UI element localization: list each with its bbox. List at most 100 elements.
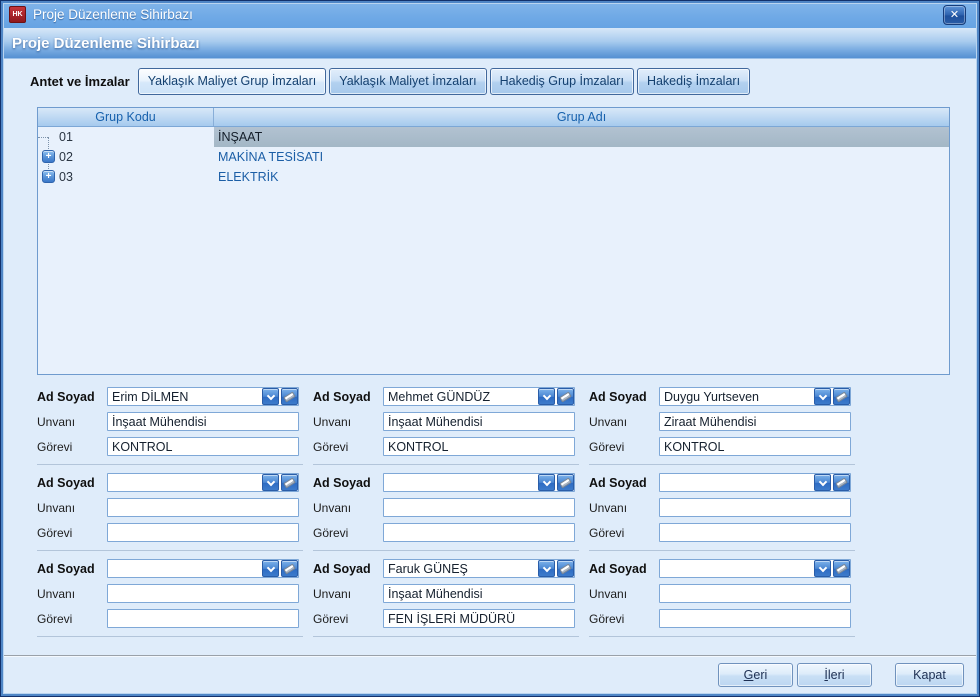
gorevi-label: Görevi <box>589 440 659 454</box>
page-title: Proje Düzenleme Sihirbazı <box>12 35 200 52</box>
duty-input[interactable] <box>383 523 575 542</box>
tab-button[interactable]: Hakediş İmzaları <box>637 68 750 95</box>
unvani-label: Unvanı <box>37 415 107 429</box>
eraser-icon[interactable] <box>281 388 298 405</box>
chevron-down-icon[interactable] <box>814 560 831 577</box>
table-header: Grup Kodu Grup Adı <box>38 108 949 127</box>
ad-soyad-row: Ad Soyad <box>37 473 303 492</box>
geri-button[interactable]: Geri <box>718 663 793 687</box>
expand-plus-icon[interactable]: + <box>42 150 55 163</box>
expand-plus-icon[interactable]: + <box>42 170 55 183</box>
chevron-down-icon[interactable] <box>538 388 555 405</box>
title-input[interactable] <box>107 498 299 517</box>
eraser-icon[interactable] <box>833 388 850 405</box>
name-combobox[interactable] <box>383 473 575 492</box>
name-combobox[interactable] <box>659 559 851 578</box>
gorevi-row: Görevi <box>313 523 579 542</box>
titlebar: HK Proje Düzenleme Sihirbazı ✕ <box>1 1 979 28</box>
eraser-icon[interactable] <box>557 560 574 577</box>
signature-tabs-row: Antet ve İmzalar Yaklaşık Maliyet Grup İ… <box>30 66 750 96</box>
table-row[interactable]: + 02 MAKİNA TESİSATI <box>38 147 949 167</box>
gorevi-row: Görevi <box>313 437 579 456</box>
signature-cell: Ad Soyad Unvanı Görevi <box>589 379 855 465</box>
duty-input[interactable] <box>383 609 575 628</box>
signature-cell: Ad Soyad Unvanı Görevi <box>313 465 579 551</box>
column-header-grup-kodu[interactable]: Grup Kodu <box>38 108 214 126</box>
ad-soyad-row: Ad Soyad <box>589 473 855 492</box>
ad-soyad-row: Ad Soyad <box>589 559 855 578</box>
chevron-down-icon[interactable] <box>814 388 831 405</box>
title-input[interactable] <box>107 584 299 603</box>
group-code-cell: 01 <box>38 127 214 147</box>
title-input[interactable] <box>107 412 299 431</box>
signature-cell: Ad Soyad Unvanı Görevi <box>37 379 303 465</box>
eraser-icon[interactable] <box>557 388 574 405</box>
duty-input[interactable] <box>107 437 299 456</box>
eraser-icon[interactable] <box>281 474 298 491</box>
unvani-row: Unvanı <box>313 498 579 517</box>
chevron-down-icon[interactable] <box>538 474 555 491</box>
duty-input[interactable] <box>659 523 851 542</box>
eraser-icon[interactable] <box>833 474 850 491</box>
name-combobox[interactable] <box>383 387 575 406</box>
duty-input[interactable] <box>383 437 575 456</box>
signature-cell: Ad Soyad Unvanı Görevi <box>37 551 303 637</box>
signature-cell: Ad Soyad Unvanı Görevi <box>37 465 303 551</box>
title-input[interactable] <box>659 584 851 603</box>
section-label: Antet ve İmzalar <box>30 74 130 89</box>
eraser-icon[interactable] <box>281 560 298 577</box>
name-combobox[interactable] <box>107 387 299 406</box>
chevron-down-icon[interactable] <box>262 560 279 577</box>
chevron-down-icon[interactable] <box>814 474 831 491</box>
title-input[interactable] <box>383 412 575 431</box>
duty-input[interactable] <box>659 609 851 628</box>
ad-soyad-label: Ad Soyad <box>37 562 107 576</box>
ad-soyad-label: Ad Soyad <box>37 476 107 490</box>
signature-cell: Ad Soyad Unvanı Görevi <box>589 551 855 637</box>
name-combobox[interactable] <box>107 473 299 492</box>
ad-soyad-row: Ad Soyad <box>313 559 579 578</box>
chevron-down-icon[interactable] <box>538 560 555 577</box>
gorevi-label: Görevi <box>589 526 659 540</box>
eraser-icon[interactable] <box>557 474 574 491</box>
gorevi-label: Görevi <box>589 612 659 626</box>
ad-soyad-label: Ad Soyad <box>37 390 107 404</box>
group-code: 03 <box>59 167 73 187</box>
chevron-down-icon[interactable] <box>262 388 279 405</box>
close-icon[interactable]: ✕ <box>943 5 966 25</box>
table-row[interactable]: 01 İNŞAAT <box>38 127 949 147</box>
name-combobox[interactable] <box>659 387 851 406</box>
gorevi-label: Görevi <box>313 440 383 454</box>
duty-input[interactable] <box>107 523 299 542</box>
column-header-grup-adi[interactable]: Grup Adı <box>214 108 949 126</box>
duty-input[interactable] <box>107 609 299 628</box>
unvani-label: Unvanı <box>589 415 659 429</box>
ad-soyad-label: Ad Soyad <box>589 562 659 576</box>
unvani-row: Unvanı <box>589 584 855 603</box>
eraser-icon[interactable] <box>833 560 850 577</box>
title-input[interactable] <box>383 584 575 603</box>
ad-soyad-label: Ad Soyad <box>313 476 383 490</box>
duty-input[interactable] <box>659 437 851 456</box>
name-combobox[interactable] <box>659 473 851 492</box>
unvani-row: Unvanı <box>37 584 303 603</box>
unvani-label: Unvanı <box>37 501 107 515</box>
title-input[interactable] <box>659 412 851 431</box>
ad-soyad-label: Ad Soyad <box>589 476 659 490</box>
title-input[interactable] <box>659 498 851 517</box>
tab-button[interactable]: Yaklaşık Maliyet Grup İmzaları <box>138 68 327 95</box>
table-row[interactable]: + 03 ELEKTRİK <box>38 167 949 187</box>
unvani-row: Unvanı <box>37 498 303 517</box>
name-combobox[interactable] <box>383 559 575 578</box>
tab-button[interactable]: Hakediş Grup İmzaları <box>490 68 634 95</box>
gorevi-row: Görevi <box>37 437 303 456</box>
unvani-label: Unvanı <box>313 587 383 601</box>
name-combobox[interactable] <box>107 559 299 578</box>
group-name-cell: MAKİNA TESİSATI <box>214 147 949 167</box>
ileri-button[interactable]: İleri <box>797 663 872 687</box>
ad-soyad-label: Ad Soyad <box>589 390 659 404</box>
chevron-down-icon[interactable] <box>262 474 279 491</box>
kapat-button[interactable]: Kapat <box>895 663 964 687</box>
tab-button[interactable]: Yaklaşık Maliyet İmzaları <box>329 68 486 95</box>
title-input[interactable] <box>383 498 575 517</box>
